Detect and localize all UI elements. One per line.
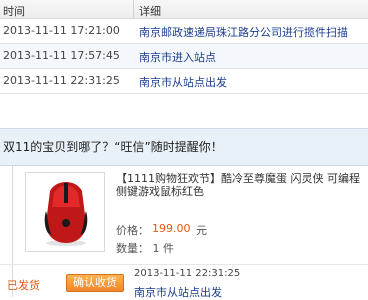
- header-detail: 详细: [139, 5, 161, 18]
- price-value: 199.00: [152, 222, 191, 235]
- row-detail: 南京市从站点出发: [139, 76, 227, 89]
- banner-text: 双11的宝贝到哪了？“旺信”随时提醒你！: [3, 140, 223, 154]
- row-detail: 南京邮政速递局珠江路分公司进行揽件扫描: [139, 26, 348, 39]
- latest-log-detail: 南京市从站点出发: [134, 286, 222, 299]
- row-divider: [0, 93, 368, 94]
- product-title-link[interactable]: 【1111购物狂欢节】酷冷至尊魔蛋 闪灵侠 可编程侧键游戏鼠标红色: [116, 172, 368, 198]
- wangxin-banner: 双11的宝贝到哪了？“旺信”随时提醒你！: [0, 128, 368, 166]
- confirm-receipt-button[interactable]: 确认收货: [66, 274, 124, 292]
- latest-log-time: 2013-11-11 22:31:25: [134, 268, 241, 279]
- row-detail: 南京市进入站点: [139, 51, 216, 64]
- row-time: 2013-11-11 17:57:45: [3, 49, 120, 62]
- row-time: 2013-11-11 22:31:25: [3, 74, 120, 87]
- product-image[interactable]: [25, 172, 105, 252]
- header-time: 时间: [3, 5, 25, 18]
- quantity-text: 数量： 1 件: [116, 242, 174, 255]
- price-unit: 元: [196, 224, 207, 237]
- table-row: 2013-11-11 17:21:00 南京邮政速递局珠江路分公司进行揽件扫描: [0, 19, 368, 43]
- card-divider: [0, 264, 368, 265]
- table-row: 2013-11-11 17:57:45 南京市进入站点: [0, 44, 368, 68]
- red-gaming-mouse-image: [44, 182, 88, 246]
- price-label: 价格：: [116, 224, 149, 237]
- header-divider: [133, 0, 134, 18]
- table-row: 2013-11-11 22:31:25 南京市从站点出发: [0, 69, 368, 93]
- row-time: 2013-11-11 17:21:00: [3, 24, 120, 37]
- shipped-status: 已发货: [7, 279, 40, 292]
- logistics-table-header: 时间 详细: [0, 0, 368, 19]
